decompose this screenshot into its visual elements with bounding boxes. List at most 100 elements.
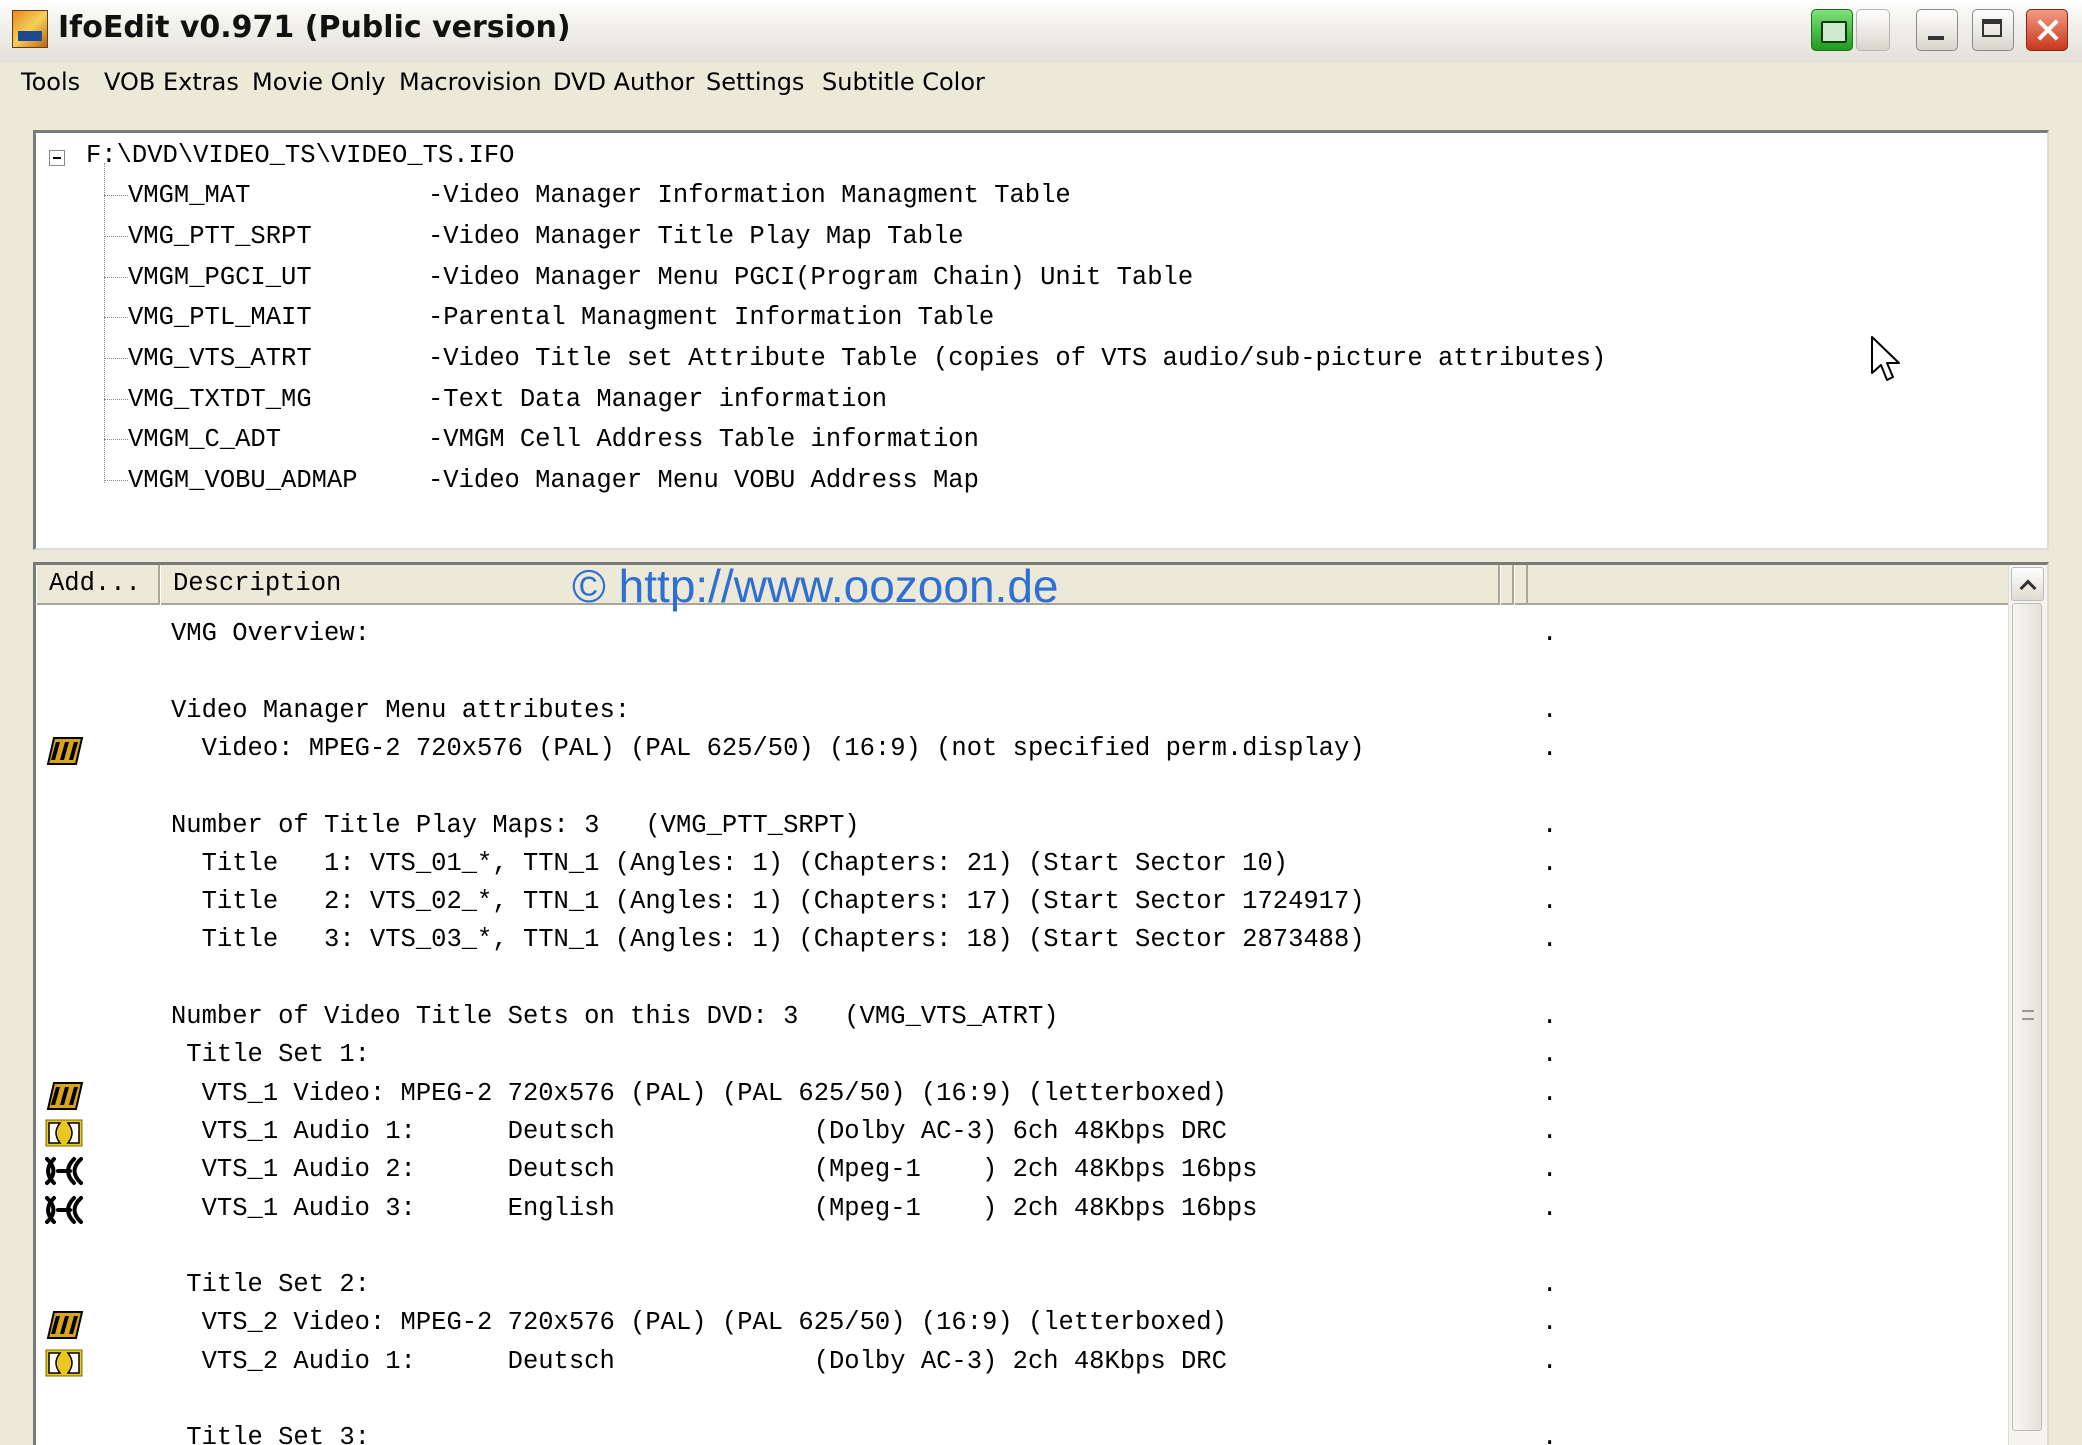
row-description: Number of Video Title Sets on this DVD: …: [171, 1002, 1059, 1031]
title-bar[interactable]: IfoEdit v0.971 (Public version): [0, 0, 2082, 63]
tree-node-desc: -Video Manager Title Play Map Table: [428, 222, 964, 251]
video-icon: [46, 736, 84, 765]
row-marker: .: [1542, 1078, 1558, 1108]
row-marker: .: [1542, 1040, 1558, 1070]
menu-movie-only[interactable]: Movie Only: [252, 68, 386, 96]
tree-node-name[interactable]: VMGM_C_ADT: [128, 425, 281, 454]
list-item[interactable]: Video Manager Menu attributes:.: [36, 694, 2012, 732]
row-description: Title Set 2:: [171, 1270, 370, 1300]
menu-bar: Tools VOB Extras Movie Only Macrovision …: [0, 62, 2082, 106]
list-item[interactable]: [36, 1383, 2012, 1421]
close-button[interactable]: [2026, 9, 2068, 51]
row-marker: .: [1542, 1155, 1558, 1185]
row-description: VTS_1 Video: MPEG-2 720x576 (PAL) (PAL 6…: [171, 1078, 1227, 1108]
list-item[interactable]: Title Set 2:.: [36, 1268, 2012, 1306]
list-item[interactable]: Title 3: VTS_03_*, TTN_1 (Angles: 1) (Ch…: [36, 923, 2012, 961]
list-item[interactable]: Title 2: VTS_02_*, TTN_1 (Angles: 1) (Ch…: [36, 885, 2012, 923]
row-description: VMG Overview:: [171, 619, 370, 648]
column-header-blank[interactable]: [1514, 565, 1528, 605]
list-item[interactable]: Title 1: VTS_01_*, TTN_1 (Angles: 1) (Ch…: [36, 847, 2012, 885]
watermark-text: © http://www.oozoon.de: [572, 562, 1059, 612]
tree-node-desc: -Video Title set Attribute Table (copies…: [428, 344, 1607, 373]
column-header-address[interactable]: Add...: [36, 565, 160, 605]
row-marker: .: [1542, 1116, 1558, 1146]
list-item[interactable]: VTS_2 Video: MPEG-2 720x576 (PAL) (PAL 6…: [36, 1306, 2012, 1344]
tree-node-desc: -Video Manager Information Managment Tab…: [428, 181, 1071, 210]
row-description: Number of Title Play Maps: 3 (VMG_PTT_SR…: [171, 810, 860, 840]
column-header-blank[interactable]: [1500, 565, 1514, 605]
scroll-thumb[interactable]: [2012, 603, 2042, 1431]
list-item[interactable]: VTS_1 Audio 1: Deutsch (Dolby AC-3) 6ch …: [36, 1115, 2012, 1153]
printer-icon[interactable]: [1811, 9, 1853, 51]
list-item[interactable]: [36, 962, 2012, 1000]
row-description: VTS_1 Audio 1: Deutsch (Dolby AC-3) 6ch …: [171, 1116, 1227, 1146]
list-item[interactable]: [36, 1230, 2012, 1268]
list-item[interactable]: Number of Title Play Maps: 3 (VMG_PTT_SR…: [36, 809, 2012, 847]
row-marker: .: [1542, 925, 1558, 955]
tree-node-name[interactable]: VMG_PTT_SRPT: [128, 222, 312, 251]
list-item[interactable]: Number of Video Title Sets on this DVD: …: [36, 1000, 2012, 1038]
menu-tools[interactable]: Tools: [21, 68, 80, 96]
tree-node-desc: -Text Data Manager information: [428, 385, 888, 414]
maximize-button[interactable]: [1972, 9, 2014, 51]
list-item[interactable]: VTS_1 Video: MPEG-2 720x576 (PAL) (PAL 6…: [36, 1077, 2012, 1115]
tree-node-name[interactable]: VMGM_MAT: [128, 181, 250, 210]
tree-node-name[interactable]: VMGM_PGCI_UT: [128, 263, 312, 292]
row-marker: .: [1542, 1193, 1558, 1223]
vertical-scrollbar[interactable]: [2008, 565, 2047, 1445]
tree-connector: [104, 399, 128, 400]
row-description: Video Manager Menu attributes:: [171, 695, 631, 725]
list-item[interactable]: [36, 655, 2012, 693]
detail-list-view[interactable]: Add... Description © http://www.oozoon.d…: [33, 562, 2049, 1445]
list-item[interactable]: Title Set 3:.: [36, 1421, 2012, 1445]
row-marker: .: [1542, 848, 1558, 878]
tree-root-node[interactable]: F:\DVD\VIDEO_TS\VIDEO_TS.IFO: [86, 141, 514, 170]
list-item[interactable]: VTS_2 Audio 1: Deutsch (Dolby AC-3) 2ch …: [36, 1345, 2012, 1383]
row-description: VTS_2 Video: MPEG-2 720x576 (PAL) (PAL 6…: [171, 1308, 1227, 1338]
list-item[interactable]: [36, 770, 2012, 808]
row-marker: .: [1542, 1308, 1558, 1338]
tree-node-name[interactable]: VMG_PTL_MAIT: [128, 303, 312, 332]
tree-connector: [104, 480, 128, 481]
menu-macrovision[interactable]: Macrovision: [399, 68, 542, 96]
list-item[interactable]: VMG Overview:.: [36, 617, 2012, 655]
tree-node-desc: -VMGM Cell Address Table information: [428, 425, 979, 454]
row-description: Title Set 3:: [171, 1423, 370, 1445]
dolby-icon: [45, 1119, 83, 1147]
list-item[interactable]: Video: MPEG-2 720x576 (PAL) (PAL 625/50)…: [36, 732, 2012, 770]
scroll-up-icon[interactable]: [2011, 567, 2044, 601]
menu-subtitle-color[interactable]: Subtitle Color: [822, 68, 985, 96]
tree-node-name[interactable]: VMGM_VOBU_ADMAP: [128, 466, 358, 495]
row-marker: .: [1542, 1270, 1558, 1300]
row-description: VTS_1 Audio 2: Deutsch (Mpeg-1 ) 2ch 48K…: [171, 1155, 1258, 1185]
row-description: VTS_2 Audio 1: Deutsch (Dolby AC-3) 2ch …: [171, 1346, 1227, 1376]
video-icon: [46, 1081, 84, 1110]
tree-connector: [104, 317, 128, 318]
list-item[interactable]: VTS_1 Audio 2: Deutsch (Mpeg-1 ) 2ch 48K…: [36, 1153, 2012, 1191]
menu-vob-extras[interactable]: VOB Extras: [104, 68, 239, 96]
tree-connector: [104, 439, 128, 440]
list-header: Add... Description © http://www.oozoon.d…: [36, 565, 2012, 612]
tree-node-desc: -Parental Managment Information Table: [428, 303, 995, 332]
row-marker: .: [1542, 619, 1558, 648]
tree-connector: [104, 277, 128, 278]
mpeg-audio-icon: [45, 1157, 83, 1186]
window-title: IfoEdit v0.971 (Public version): [58, 10, 571, 45]
tree-node-name[interactable]: VMG_VTS_ATRT: [128, 344, 312, 373]
menu-dvd-author[interactable]: DVD Author: [553, 68, 694, 96]
ifo-tree-view[interactable]: F:\DVD\VIDEO_TS\VIDEO_TS.IFO VMGM_MAT -V…: [33, 130, 2049, 550]
row-marker: .: [1542, 733, 1558, 763]
mouse-pointer-icon: [1871, 336, 1900, 381]
collapse-icon[interactable]: [49, 150, 65, 166]
mpeg-audio-icon: [45, 1195, 83, 1224]
list-item[interactable]: Title Set 1:.: [36, 1038, 2012, 1076]
tree-connector: [104, 163, 105, 483]
menu-settings[interactable]: Settings: [706, 68, 804, 96]
app-icon[interactable]: [12, 10, 48, 48]
minimize-button[interactable]: [1916, 9, 1958, 51]
tray-button[interactable]: [1856, 9, 1890, 51]
tree-node-desc: -Video Manager Menu VOBU Address Map: [428, 466, 979, 495]
list-item[interactable]: VTS_1 Audio 3: English (Mpeg-1 ) 2ch 48K…: [36, 1192, 2012, 1230]
tree-node-name[interactable]: VMG_TXTDT_MG: [128, 385, 312, 414]
row-description: Title 1: VTS_01_*, TTN_1 (Angles: 1) (Ch…: [171, 848, 1289, 878]
